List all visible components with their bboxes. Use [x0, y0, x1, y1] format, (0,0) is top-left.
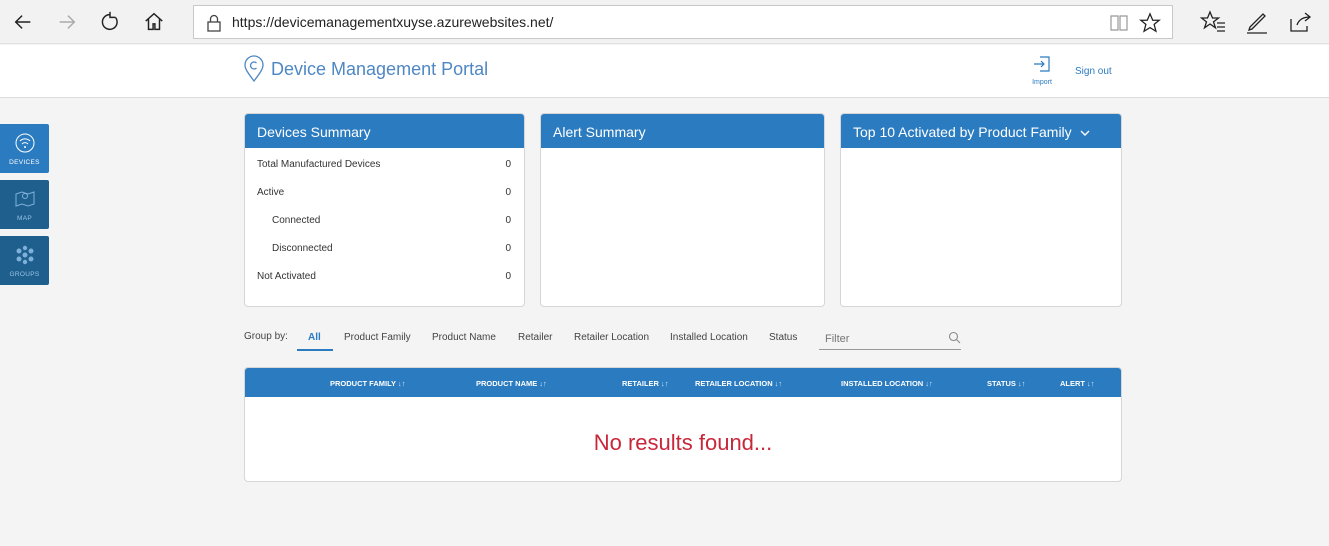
sidebar-item-devices[interactable]: DEVICES	[0, 124, 49, 173]
browser-toolbar: https://devicemanagementxuyse.azurewebsi…	[0, 0, 1329, 44]
card-title: Alert Summary	[541, 114, 824, 148]
lock-icon	[207, 14, 221, 32]
alert-summary-card: Alert Summary	[540, 113, 825, 307]
devices-summary-card: Devices Summary Total Manufactured Devic…	[244, 113, 525, 307]
column-header-product-family[interactable]: PRODUCT FAMILY ↓↑	[330, 379, 405, 388]
summary-label: Disconnected	[272, 243, 333, 254]
table-header: PRODUCT FAMILY ↓↑ PRODUCT NAME ↓↑ RETAILER…	[245, 368, 1121, 397]
summary-value: 0	[505, 243, 511, 254]
column-header-retailer[interactable]: RETAILER ↓↑	[622, 379, 668, 388]
sort-arrows-icon: ↓↑	[1017, 379, 1026, 388]
sidebar-item-label: GROUPS	[9, 271, 40, 278]
tab-status[interactable]: Status	[769, 332, 797, 343]
column-label: RETAILER LOCATION	[695, 379, 773, 388]
card-title: Devices Summary	[245, 114, 524, 148]
groups-icon	[16, 245, 33, 265]
top10-card: Top 10 Activated by Product Family	[840, 113, 1122, 307]
card-title: Top 10 Activated by Product Family	[853, 124, 1072, 140]
summary-label: Connected	[272, 215, 321, 226]
home-button[interactable]	[139, 7, 169, 37]
tab-retailer[interactable]: Retailer	[518, 332, 552, 343]
favorite-star-icon[interactable]	[1139, 12, 1161, 34]
summary-row-disconnected: Disconnected 0	[257, 243, 511, 254]
summary-row-active: Active 0	[257, 187, 511, 198]
address-bar[interactable]: https://devicemanagementxuyse.azurewebsi…	[193, 5, 1173, 39]
tab-product-family[interactable]: Product Family	[344, 332, 411, 343]
column-label: STATUS	[987, 379, 1016, 388]
forward-arrow-icon	[59, 15, 76, 29]
column-header-alert[interactable]: ALERT ↓↑	[1060, 379, 1095, 388]
tab-installed-location[interactable]: Installed Location	[670, 332, 748, 343]
sort-arrows-icon: ↓↑	[539, 379, 547, 388]
column-header-installed-location[interactable]: INSTALLED LOCATION ↓↑	[841, 379, 933, 388]
refresh-button[interactable]	[95, 7, 125, 37]
summary-value: 0	[505, 159, 511, 170]
devices-icon	[15, 133, 34, 153]
sort-arrows-icon: ↓↑	[1087, 379, 1095, 388]
import-icon	[1034, 56, 1050, 72]
sidebar-item-groups[interactable]: GROUPS	[0, 236, 49, 285]
sort-arrows-icon: ↓↑	[925, 379, 933, 388]
summary-value: 0	[505, 271, 511, 282]
tab-all[interactable]: All	[308, 332, 321, 343]
chevron-down-icon	[1080, 130, 1090, 137]
summary-row-connected: Connected 0	[257, 215, 511, 226]
summary-label: Active	[257, 187, 285, 198]
home-icon	[145, 12, 163, 31]
active-tab-underline	[297, 349, 333, 351]
column-header-product-name[interactable]: PRODUCT NAME ↓↑	[476, 379, 547, 388]
location-pin-logo-icon	[244, 55, 264, 83]
tab-retailer-location[interactable]: Retailer Location	[574, 332, 649, 343]
back-arrow-icon	[14, 15, 31, 29]
no-results-message: No results found...	[593, 430, 773, 455]
reading-view-icon[interactable]	[1109, 14, 1129, 32]
import-label: Import	[1032, 79, 1052, 86]
summary-label: Not Activated	[257, 271, 316, 282]
refresh-icon	[101, 11, 118, 30]
column-label: ALERT	[1060, 379, 1085, 388]
summary-value: 0	[505, 215, 511, 226]
summary-row-not-activated: Not Activated 0	[257, 271, 511, 282]
summary-value: 0	[505, 187, 511, 198]
share-icon[interactable]	[1287, 9, 1313, 35]
sort-arrows-icon: ↓↑	[660, 379, 669, 388]
column-header-status[interactable]: STATUS ↓↑	[987, 379, 1025, 388]
import-button[interactable]: Import	[1028, 55, 1056, 86]
sidebar-item-label: DEVICES	[9, 159, 40, 166]
column-header-retailer-location[interactable]: RETAILER LOCATION ↓↑	[695, 379, 782, 388]
column-label: RETAILER	[622, 379, 659, 388]
group-by-label: Group by:	[244, 331, 288, 342]
back-button[interactable]	[8, 7, 38, 37]
sidebar-item-map[interactable]: MAP	[0, 180, 49, 229]
sign-out-link[interactable]: Sign out	[1075, 66, 1112, 77]
favorites-list-icon[interactable]	[1200, 9, 1226, 35]
url-text: https://devicemanagementxuyse.azurewebsi…	[232, 14, 554, 30]
forward-button[interactable]	[52, 7, 82, 37]
page-title: Device Management Portal	[271, 59, 489, 79]
column-label: PRODUCT FAMILY	[330, 379, 396, 388]
search-icon[interactable]	[948, 331, 961, 344]
map-icon	[15, 191, 34, 207]
devices-table: PRODUCT FAMILY ↓↑ PRODUCT NAME ↓↑ RETAILER…	[244, 367, 1122, 482]
sort-arrows-icon: ↓↑	[774, 379, 783, 388]
summary-label: Total Manufactured Devices	[257, 159, 381, 170]
column-label: PRODUCT NAME	[476, 379, 538, 388]
app-header: Device Management Portal Import Sign out	[0, 45, 1329, 98]
sidebar-item-label: MAP	[17, 215, 32, 222]
filter-input[interactable]	[819, 328, 961, 350]
pen-icon[interactable]	[1244, 9, 1270, 35]
tab-product-name[interactable]: Product Name	[432, 332, 496, 343]
column-label: INSTALLED LOCATION	[841, 379, 924, 388]
summary-row-total: Total Manufactured Devices 0	[257, 159, 511, 170]
top10-dropdown[interactable]: Top 10 Activated by Product Family	[841, 114, 1121, 148]
sort-arrows-icon: ↓↑	[397, 379, 406, 388]
